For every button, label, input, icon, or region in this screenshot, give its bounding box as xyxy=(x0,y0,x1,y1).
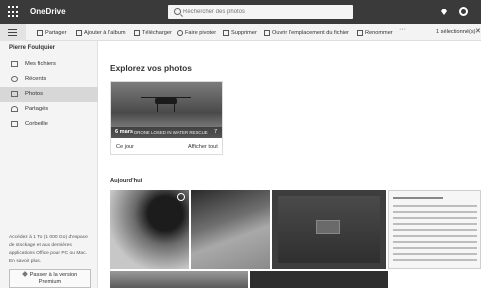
sidebar-item-label: Mes fichiers xyxy=(25,61,56,67)
photo-thumbnail[interactable] xyxy=(110,190,189,269)
monitor-screen xyxy=(278,196,380,263)
mini-row xyxy=(393,235,477,237)
sidebar-item-recycle-bin[interactable]: Corbeille xyxy=(0,117,98,132)
trash-icon xyxy=(223,29,229,36)
share-button[interactable]: Partager xyxy=(37,24,66,41)
user-name: Pierre Foulquier xyxy=(9,45,56,51)
sidebar-item-shared[interactable]: Partagés xyxy=(0,102,98,117)
mini-row xyxy=(393,259,477,261)
sidebar-item-label: Récents xyxy=(25,76,47,82)
clear-selection-icon[interactable]: ✕ xyxy=(475,27,481,35)
show-all-link[interactable]: Afficher tout xyxy=(188,144,218,150)
hamburger-menu-button[interactable] xyxy=(0,24,26,41)
main-content: Explorez vos photos 6 mars DRONE LOSED I… xyxy=(98,41,481,288)
add-to-album-button[interactable]: Ajouter à l'album xyxy=(76,24,126,41)
search-input[interactable] xyxy=(183,7,348,17)
screen-window xyxy=(316,220,340,234)
open-location-button[interactable]: Ouvrir l'emplacement du fichier xyxy=(264,24,349,41)
mini-row xyxy=(393,253,477,255)
album-icon xyxy=(76,29,82,36)
screenshot-thumbnail[interactable] xyxy=(388,190,481,269)
sidebar-item-my-files[interactable]: Mes fichiers xyxy=(0,57,98,72)
add-to-album-label: Ajouter à l'album xyxy=(84,29,126,36)
drone-leg xyxy=(174,103,175,112)
selected-count: 1 sélectionné(s) xyxy=(436,29,476,35)
mini-row xyxy=(393,211,477,213)
explore-title: Explorez vos photos xyxy=(110,63,192,73)
rotate-button[interactable]: Faire pivoter xyxy=(177,24,216,41)
sidebar-item-photos[interactable]: Photos xyxy=(0,87,98,102)
more-options-button[interactable]: ··· xyxy=(399,26,406,33)
today-section-label: Aujourd'hui xyxy=(110,178,143,184)
app-launcher-icon[interactable] xyxy=(8,6,20,18)
memory-photo[interactable]: 6 mars DRONE LOSED IN WATER RESCUE 7 xyxy=(111,82,222,138)
trash-icon xyxy=(11,121,18,127)
folder-icon xyxy=(11,61,18,67)
open-location-label: Ouvrir l'emplacement du fichier xyxy=(272,29,349,36)
rename-button[interactable]: Renommer xyxy=(357,24,393,41)
memory-count: 7 xyxy=(214,129,218,135)
mini-row xyxy=(393,217,477,219)
share-label: Partager xyxy=(45,29,67,36)
storage-promo-text: Accédez à 1 To (1 000 Go) d'espace de st… xyxy=(9,235,88,264)
sidebar-item-recent[interactable]: Récents xyxy=(0,72,98,87)
delete-button[interactable]: Supprimer xyxy=(223,24,257,41)
search-box[interactable] xyxy=(168,5,353,19)
rotate-icon xyxy=(177,29,183,36)
diamond-icon xyxy=(21,271,28,277)
memory-date: 6 mars xyxy=(115,129,134,135)
command-bar: Partager Ajouter à l'album Télécharger F… xyxy=(0,24,481,41)
settings-gear-icon[interactable] xyxy=(459,7,468,16)
rotate-label: Faire pivoter xyxy=(185,29,217,36)
photo-thumbnail[interactable] xyxy=(272,190,386,269)
drone-leg xyxy=(157,103,158,112)
open-location-icon xyxy=(264,29,270,36)
delete-label: Supprimer xyxy=(231,29,257,36)
go-premium-button[interactable]: Passer à la version Premium xyxy=(9,269,91,288)
select-check-icon[interactable] xyxy=(177,193,185,201)
download-label: Télécharger xyxy=(142,29,172,36)
premium-line-1: Passer à la version xyxy=(29,272,78,278)
people-icon xyxy=(11,106,18,112)
clock-icon xyxy=(11,76,18,82)
mini-row xyxy=(393,197,443,199)
mini-row xyxy=(393,223,477,225)
download-button[interactable]: Télécharger xyxy=(134,24,172,41)
photo-thumbnail[interactable] xyxy=(250,271,388,288)
memory-caption: DRONE LOSED IN WATER RESCUE xyxy=(134,130,208,135)
app-title[interactable]: OneDrive xyxy=(30,7,66,16)
mini-row xyxy=(393,205,477,207)
memory-card[interactable]: 6 mars DRONE LOSED IN WATER RESCUE 7 Ce … xyxy=(110,81,223,155)
top-bar: OneDrive xyxy=(0,0,481,24)
photo-thumbnail[interactable] xyxy=(110,271,248,288)
share-icon xyxy=(37,29,43,36)
mini-row xyxy=(393,229,477,231)
premium-diamond-icon[interactable] xyxy=(440,8,448,16)
premium-line-2: Premium xyxy=(38,279,62,285)
photo-icon xyxy=(11,91,18,97)
sidebar-item-label: Partagés xyxy=(25,106,49,112)
pencil-icon xyxy=(357,29,363,36)
sidebar-item-label: Corbeille xyxy=(25,121,48,127)
rename-label: Renommer xyxy=(365,29,393,36)
memory-when: Ce jour xyxy=(116,144,135,150)
search-icon xyxy=(174,8,181,15)
sidebar: Pierre Foulquier Mes fichiers Récents Ph… xyxy=(0,41,98,288)
mini-row xyxy=(393,241,477,243)
photo-thumbnail[interactable] xyxy=(191,190,270,269)
mini-row xyxy=(393,247,477,249)
download-icon xyxy=(134,29,140,36)
sidebar-item-label: Photos xyxy=(25,91,44,97)
